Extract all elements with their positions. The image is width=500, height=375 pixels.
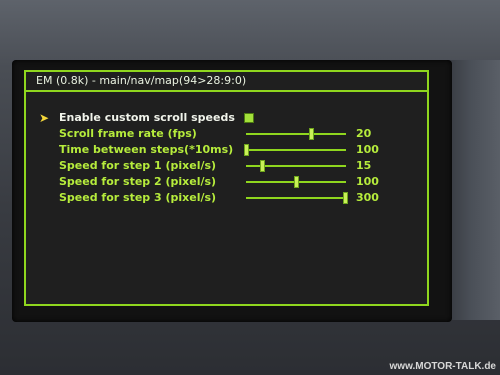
menu-row-label: Scroll frame rate (fps) [59, 127, 197, 140]
arrow-right-icon: ➤ [39, 111, 50, 125]
menu-row-speed-step-3[interactable]: Speed for step 3 (pixel/s) 300 [26, 190, 427, 206]
engineering-menu-screen: EM (0.8k) - main/nav/map(94>28:9:0) ➤ En… [24, 70, 429, 306]
slider-value: 100 [356, 143, 379, 156]
slider-value: 100 [356, 175, 379, 188]
slider-thumb[interactable] [294, 176, 299, 188]
window-title: EM (0.8k) - main/nav/map(94>28:9:0) [26, 72, 427, 92]
speed-step-1-slider[interactable] [246, 160, 346, 172]
scroll-frame-rate-slider[interactable] [246, 128, 346, 140]
slider-thumb[interactable] [244, 144, 249, 156]
menu-row-label: Speed for step 2 (pixel/s) [59, 175, 217, 188]
slider-thumb[interactable] [260, 160, 265, 172]
menu-row-enable-custom-scroll[interactable]: ➤ Enable custom scroll speeds [26, 110, 427, 126]
time-between-steps-slider[interactable] [244, 144, 346, 156]
watermark: www.MOTOR-TALK.de [389, 361, 496, 372]
slider-value: 20 [356, 127, 372, 140]
menu-row-label: Speed for step 3 (pixel/s) [59, 191, 217, 204]
speed-step-2-slider[interactable] [246, 176, 346, 188]
menu-row-scroll-frame-rate[interactable]: Scroll frame rate (fps) 20 [26, 126, 427, 142]
menu-row-label: Speed for step 1 (pixel/s) [59, 159, 217, 172]
menu-row-label: Time between steps(*10ms) [59, 143, 234, 156]
slider-value: 300 [356, 191, 379, 204]
slider-thumb[interactable] [343, 192, 348, 204]
slider-thumb[interactable] [309, 128, 314, 140]
menu-row-time-between-steps[interactable]: Time between steps(*10ms) 100 [26, 142, 427, 158]
speed-step-3-slider[interactable] [246, 192, 348, 204]
menu-row-speed-step-1[interactable]: Speed for step 1 (pixel/s) 15 [26, 158, 427, 174]
menu-row-speed-step-2[interactable]: Speed for step 2 (pixel/s) 100 [26, 174, 427, 190]
menu-row-label: Enable custom scroll speeds [59, 111, 235, 124]
slider-value: 15 [356, 159, 372, 172]
enable-custom-scroll-checkbox[interactable] [244, 113, 254, 123]
